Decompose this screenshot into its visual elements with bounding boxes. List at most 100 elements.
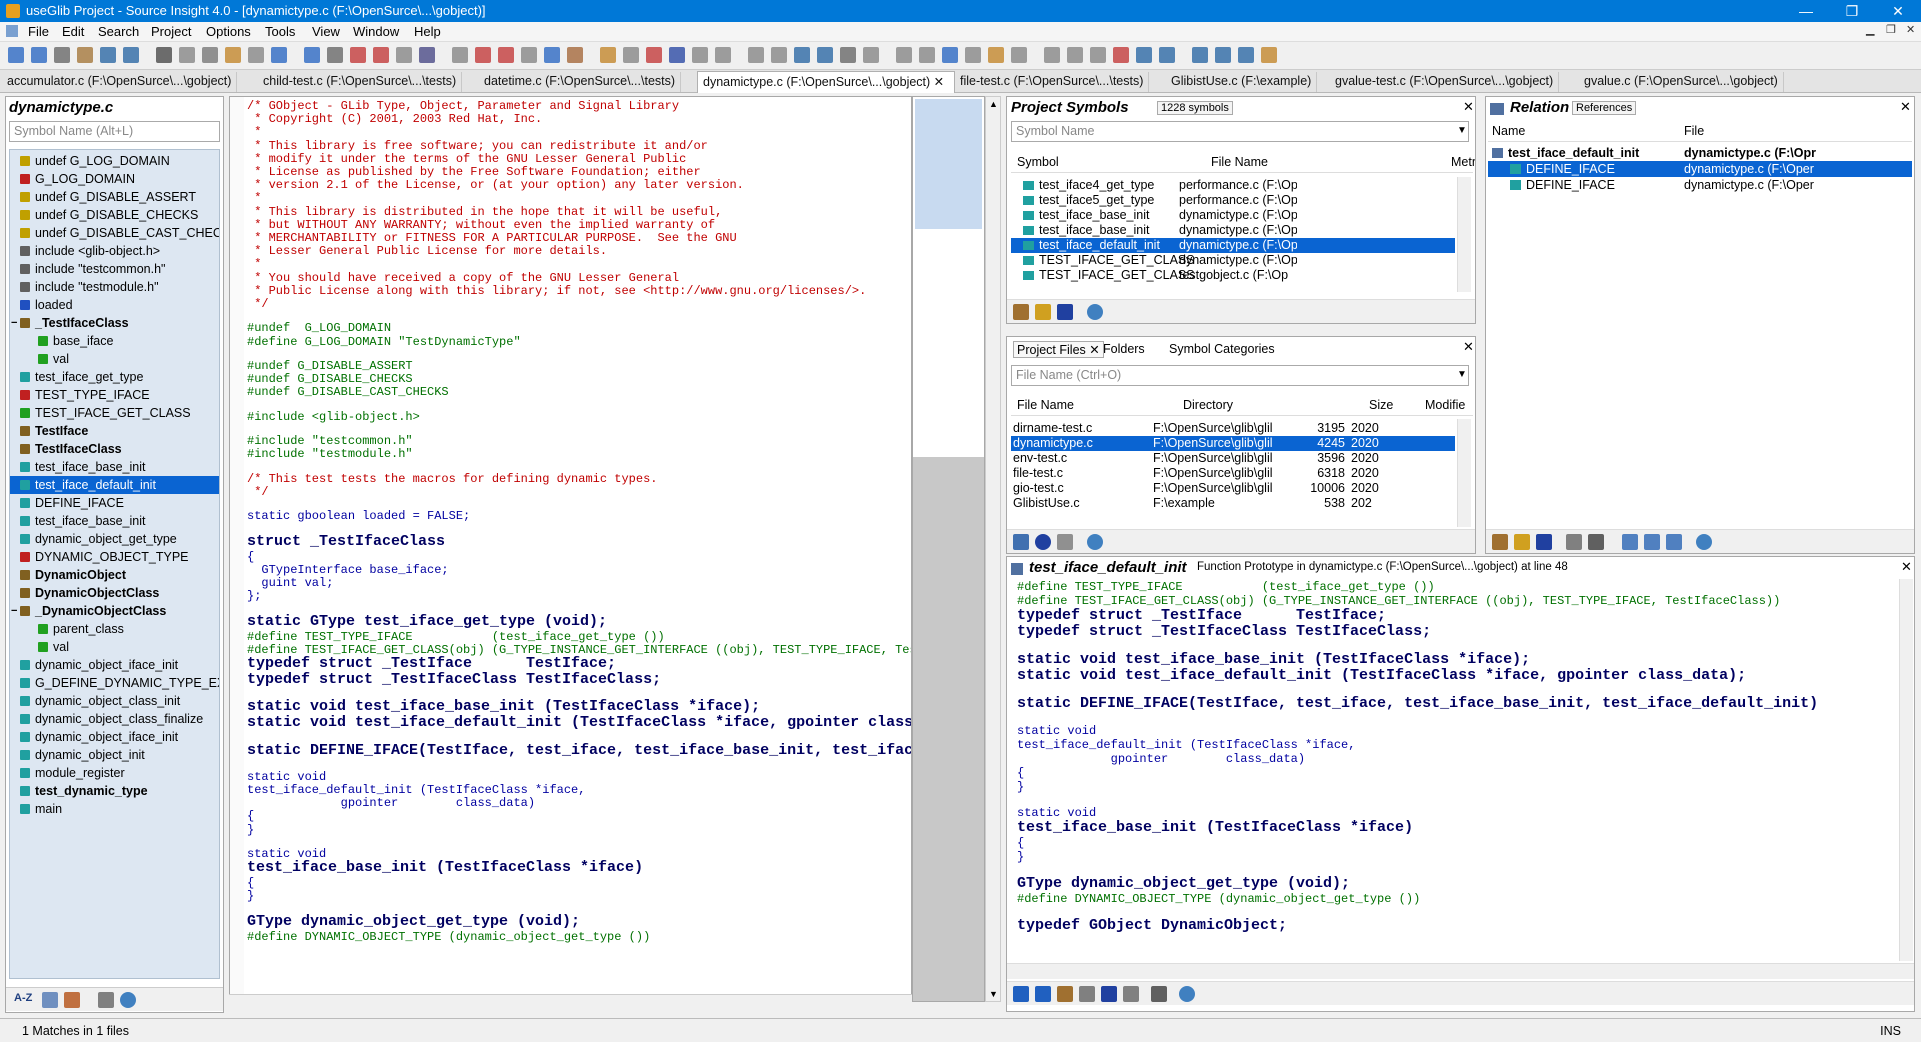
toolbar-icon[interactable] — [1261, 47, 1277, 63]
toolbar-icon[interactable] — [692, 47, 708, 63]
menu-window[interactable]: Window — [349, 24, 403, 39]
toolbar-icon[interactable] — [179, 47, 195, 63]
menu-search[interactable]: Search — [94, 24, 143, 39]
toolbar-icon[interactable] — [123, 47, 139, 63]
toolbar-icon[interactable] — [498, 47, 514, 63]
toolbar-icon[interactable] — [304, 47, 320, 63]
sync-icon[interactable] — [1035, 534, 1051, 550]
relation-row[interactable]: DEFINE_IFACE dynamictype.c (F:\Oper — [1488, 161, 1912, 177]
minimize-button[interactable]: — — [1783, 0, 1829, 22]
tab-dynamictype[interactable]: dynamictype.c (F:\OpenSurce\...\gobject)… — [697, 71, 955, 93]
tab-close-icon[interactable]: ✕ — [934, 75, 944, 89]
toolbar-icon[interactable] — [521, 47, 537, 63]
book-icon[interactable] — [98, 992, 114, 1008]
tab-datetime[interactable]: datetime.c (F:\OpenSurce\...\tests) — [479, 72, 682, 92]
jump-icon[interactable] — [1123, 986, 1139, 1002]
toolbar-icon[interactable] — [919, 47, 935, 63]
toolbar-icon[interactable] — [156, 47, 172, 63]
settings-gear-icon[interactable] — [1087, 534, 1103, 550]
tab-file-test[interactable]: file-test.c (F:\OpenSurce\...\tests) — [955, 72, 1150, 92]
toolbar-icon[interactable] — [567, 47, 583, 63]
back-arrow-icon[interactable] — [1013, 986, 1029, 1002]
relation-row[interactable]: test_iface_default_init dynamictype.c (F:… — [1488, 145, 1912, 161]
project-symbol-row[interactable]: test_iface4_get_type performance.c (F:\Op — [1011, 178, 1455, 193]
project-symbol-row[interactable]: test_iface5_get_type performance.c (F:\Op — [1011, 193, 1455, 208]
lock-icon[interactable] — [1057, 986, 1073, 1002]
tab-child-test[interactable]: child-test.c (F:\OpenSurce\...\tests) — [258, 72, 463, 92]
toolbar-icon[interactable] — [988, 47, 1004, 63]
toolbar-icon[interactable] — [373, 47, 389, 63]
tree-expander-icon[interactable]: − — [11, 602, 17, 620]
col-name[interactable]: Name — [1492, 124, 1525, 138]
editor-hscroll[interactable] — [229, 994, 912, 1011]
project-file-row[interactable]: env-test.c F:\OpenSurce\glib\glil 3596 2020 — [1011, 451, 1455, 466]
project-symbol-row[interactable]: test_iface_base_init dynamictype.c (F:\Op — [1011, 208, 1455, 223]
toolbar-icon[interactable] — [1215, 47, 1231, 63]
context-code[interactable]: #define TEST_TYPE_IFACE (test_iface_get_… — [1007, 579, 1892, 961]
outline-view-icon[interactable] — [1622, 534, 1638, 550]
symbol-item[interactable]: dynamic_object_iface_init — [10, 728, 219, 746]
toolbar-icon[interactable] — [8, 47, 24, 63]
tab-gvalue-test[interactable]: gvalue-test.c (F:\OpenSurce\...\gobject) — [1330, 72, 1560, 92]
toolbar-icon[interactable] — [771, 47, 787, 63]
symbol-item[interactable]: undef G_DISABLE_CAST_CHECK — [10, 224, 219, 242]
dropdown-chevron-icon[interactable]: ▼ — [1457, 125, 1467, 136]
category-icon[interactable] — [64, 992, 80, 1008]
panel-close-icon[interactable]: ✕ — [1463, 99, 1474, 115]
toolbar-icon[interactable] — [1192, 47, 1208, 63]
toolbar-icon[interactable] — [863, 47, 879, 63]
toolbar-icon[interactable] — [327, 47, 343, 63]
symbol-item[interactable]: dynamic_object_class_finalize — [10, 710, 219, 728]
symbol-item[interactable]: dynamic_object_init — [10, 746, 219, 764]
r-icon[interactable] — [1101, 986, 1117, 1002]
symbol-item[interactable]: test_iface_default_init — [10, 476, 219, 494]
col-file[interactable]: File — [1684, 124, 1704, 138]
page-icon[interactable] — [1057, 534, 1073, 550]
menu-edit[interactable]: Edit — [58, 24, 88, 39]
tree-expander-icon[interactable]: − — [11, 314, 17, 332]
symbol-item[interactable]: test_iface_get_type — [10, 368, 219, 386]
col-file-name[interactable]: File Name — [1017, 398, 1074, 412]
col-symbol[interactable]: Symbol — [1017, 155, 1059, 169]
toolbar-icon[interactable] — [715, 47, 731, 63]
tab-glibistuse[interactable]: GlibistUse.c (F:\example) — [1166, 72, 1318, 92]
symbol-item[interactable]: G_DEFINE_DYNAMIC_TYPE_EXT — [10, 674, 219, 692]
project-symbol-row[interactable]: test_iface_base_init dynamictype.c (F:\Op — [1011, 223, 1455, 238]
tab-gvalue[interactable]: gvalue.c (F:\OpenSurce\...\gobject) — [1579, 72, 1784, 92]
project-file-row[interactable]: gio-test.c F:\OpenSurce\glib\glil 10006 202… — [1011, 481, 1455, 496]
new-icon[interactable] — [1514, 534, 1530, 550]
toolbar-icon[interactable] — [225, 47, 241, 63]
toolbar-icon[interactable] — [77, 47, 93, 63]
scroll-up-icon[interactable]: ▲ — [989, 99, 998, 109]
symbol-item[interactable]: val — [10, 350, 219, 368]
symbol-item[interactable]: DEFINE_IFACE — [10, 494, 219, 512]
toolbar-icon[interactable] — [248, 47, 264, 63]
toolbar-icon[interactable] — [544, 47, 560, 63]
symbol-item[interactable]: include <glib-object.h> — [10, 242, 219, 260]
close-button[interactable]: ✕ — [1875, 0, 1921, 22]
toolbar-icon[interactable] — [54, 47, 70, 63]
toolbar-icon[interactable] — [794, 47, 810, 63]
symbol-item[interactable]: undef G_DISABLE_CHECKS — [10, 206, 219, 224]
context-hscroll[interactable] — [1007, 963, 1914, 979]
toolbar-icon[interactable] — [840, 47, 856, 63]
mdi-close-icon[interactable]: ✕ — [1906, 23, 1915, 36]
print-icon[interactable] — [1151, 986, 1167, 1002]
symbol-item[interactable]: TestIfaceClass — [10, 440, 219, 458]
menu-file[interactable]: File — [24, 24, 53, 39]
col-modified[interactable]: Modifie — [1425, 398, 1465, 412]
symbol-search-input[interactable]: Symbol Name (Alt+L) — [9, 121, 220, 142]
project-file-row[interactable]: file-test.c F:\OpenSurce\glib\glil 6318 202… — [1011, 466, 1455, 481]
toolbar-icon[interactable] — [452, 47, 468, 63]
sort-az-button[interactable]: A-Z — [14, 992, 32, 1004]
toolbar-icon[interactable] — [350, 47, 366, 63]
col-metrics[interactable]: Metr — [1451, 155, 1475, 169]
menu-view[interactable]: View — [308, 24, 344, 39]
project-symbol-input[interactable]: Symbol Name — [1011, 121, 1469, 142]
dropdown-chevron-icon[interactable]: ▼ — [1457, 369, 1467, 380]
toolbar-icon[interactable] — [1136, 47, 1152, 63]
toolbar-icon[interactable] — [623, 47, 639, 63]
symbol-item[interactable]: DynamicObject — [10, 566, 219, 584]
toolbar-icon[interactable] — [1238, 47, 1254, 63]
toolbar-icon[interactable] — [748, 47, 764, 63]
